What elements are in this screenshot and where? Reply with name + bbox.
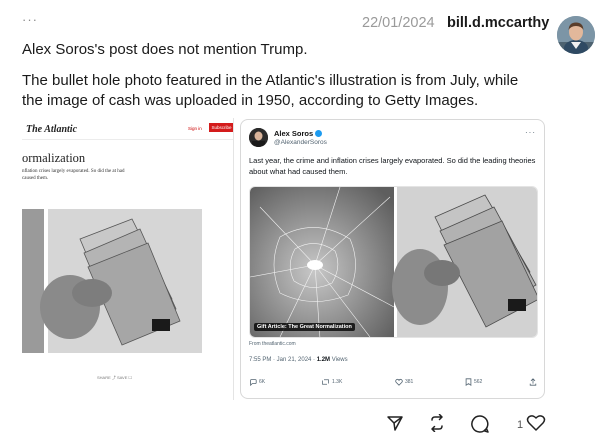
tweet-more-icon: ··· [525,128,536,137]
atlantic-screenshot-image[interactable]: The Atlantic Sign in Subscribe ormalizat… [22,118,234,400]
post-text-line-2: The bullet hole photo featured in the At… [22,72,519,109]
tweet-author-name: Alex Soros [274,129,323,138]
tweet-avatar [249,128,268,147]
tweet-like-icon [395,378,403,386]
atlantic-share-save: SHARE ⤴ SAVE ☐ [97,375,133,380]
author-username[interactable]: bill.d.mccarthy [447,15,549,31]
avatar[interactable] [557,16,595,54]
repost-icon [431,413,443,433]
atlantic-sign-in: Sign in [188,126,202,131]
post-date: 22/01/2024 [362,15,435,31]
atlantic-illustration [22,209,202,353]
share-button[interactable] [386,414,404,437]
tweet-bookmarks: 562 [465,378,482,386]
like-count: 1 [517,419,524,431]
tweet-actions: 6K 1.3K 381 562 [249,378,539,392]
tweet-share-icon [529,378,537,386]
tweet-timestamp: 7:55 PM · Jan 21, 2024 · 1.2M Views [249,357,348,363]
tweet-reply-icon [250,379,257,386]
tweet-link-source: From theatlantic.com [249,341,296,347]
tweet-repost-icon [322,379,329,385]
more-options-button[interactable]: ··· [22,12,38,27]
tweet-author-handle: @AlexanderSoros [274,139,327,146]
tweet-likes: 381 [395,378,413,386]
atlantic-logo: The Atlantic [26,124,78,135]
post-actions-bar: 1 [0,413,611,439]
tweet-text: Last year, the crime and inflation crise… [249,156,536,176]
tweet-screenshot-image[interactable]: Alex Soros @AlexanderSoros ··· Last year… [240,119,545,399]
reply-icon [471,415,489,433]
share-icon [387,416,403,431]
atlantic-headline: ormalization [22,151,86,165]
tweet-media: Gift Article: The Great Normalization [249,186,538,338]
tweet-replies: 6K [249,378,265,386]
verified-badge-icon [315,130,323,137]
like-button[interactable] [526,414,546,437]
tweet-bookmark-icon [465,378,472,386]
like-icon [526,415,546,431]
tweet-media-caption: Gift Article: The Great Normalization [254,323,355,331]
atlantic-topbar: The Atlantic Sign in Subscribe [22,118,233,140]
tweet-reposts: 1.3K [321,378,342,386]
reply-button[interactable] [470,414,490,439]
repost-button[interactable] [427,413,447,437]
atlantic-subscribe: Subscribe [209,123,233,132]
post-text-line-1: Alex Soros's post does not mention Trump… [22,41,308,58]
atlantic-deck: nflation crises largely evaporated. So d… [22,169,125,181]
tweet-share [529,378,537,386]
